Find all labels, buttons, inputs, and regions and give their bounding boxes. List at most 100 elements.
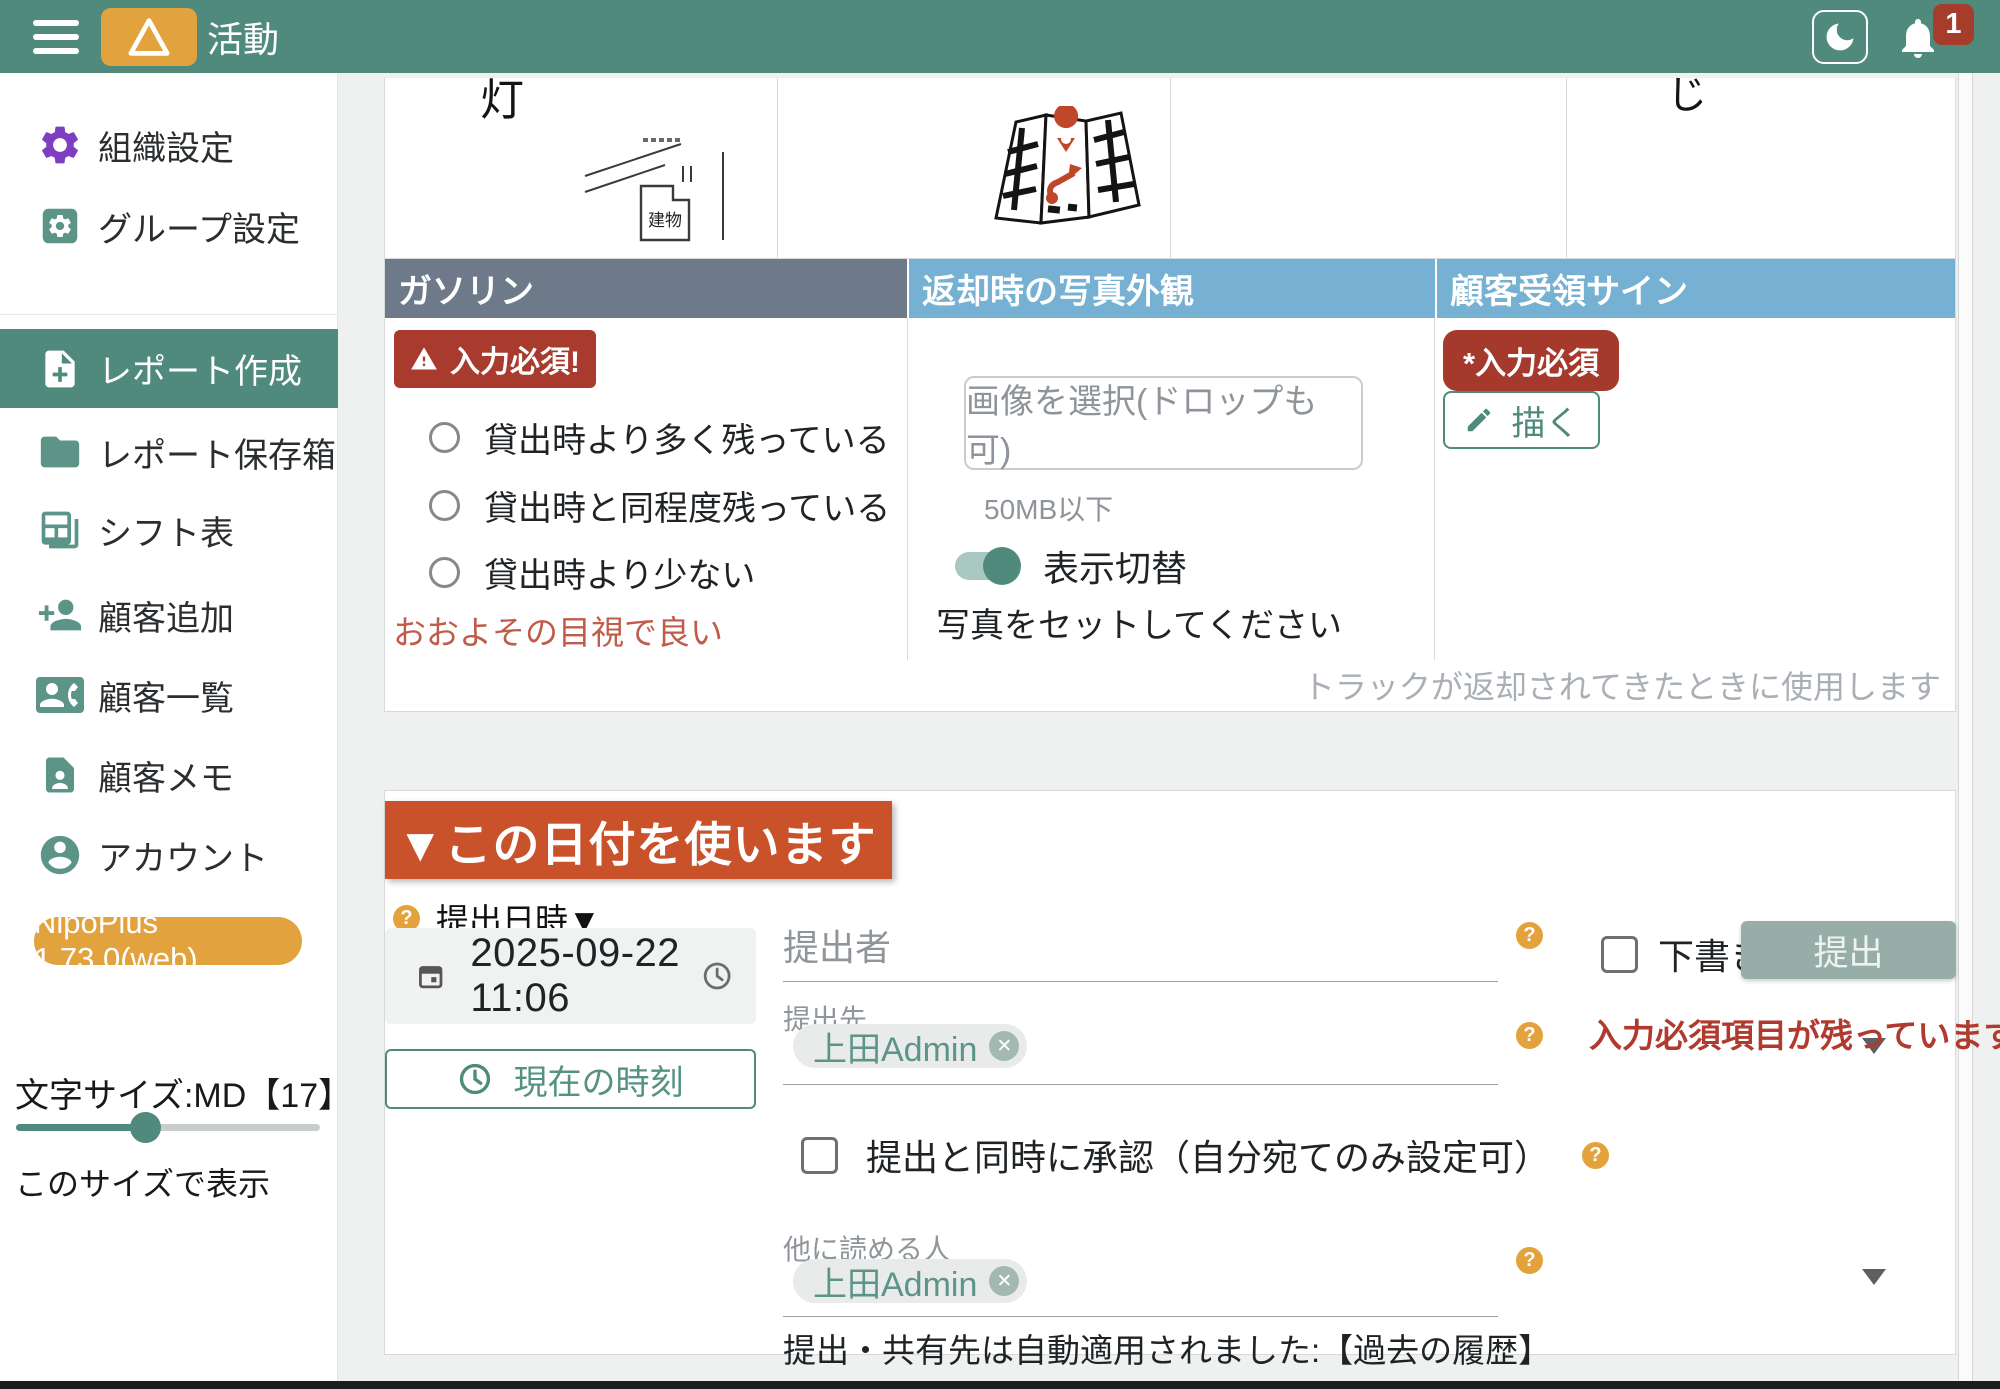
pencil-icon — [1464, 405, 1494, 435]
calendar-icon[interactable] — [417, 957, 444, 995]
radio-icon[interactable] — [429, 557, 460, 588]
auto-applied-note: 提出・共有先は自動適用されました:【過去の履歴】 — [783, 1324, 1551, 1372]
sidebar-item-customer-list[interactable]: 顧客一覧 — [0, 663, 338, 727]
approve-checkbox[interactable] — [801, 1137, 838, 1174]
clipped-text: じ — [1667, 78, 1707, 120]
sidebar-item-label: グループ設定 — [98, 202, 300, 251]
datetime-field[interactable]: 2025-09-22 11:06 — [385, 928, 756, 1024]
help-icon[interactable]: ? — [1516, 1022, 1543, 1049]
file-size-hint: 50MB以下 — [984, 488, 1113, 528]
dark-mode-toggle[interactable] — [1812, 10, 1868, 64]
help-icon[interactable]: ? — [1516, 1247, 1543, 1274]
app-header: 活動 1 — [0, 0, 2000, 73]
customer-sign-section: *入力必須 描く — [1435, 318, 1955, 660]
map-image-cell — [778, 78, 1171, 258]
radio-icon[interactable] — [429, 422, 460, 453]
sidebar-item-label: レポート作成 — [98, 344, 302, 393]
chip-remove-icon[interactable]: ✕ — [989, 1266, 1019, 1296]
radio-option-less[interactable]: 貸出時より少ない — [429, 548, 755, 597]
datetime-value[interactable]: 2025-09-22 11:06 — [470, 931, 701, 1021]
note-person-icon — [36, 751, 84, 799]
sketch-image-cell: 灯 建物 — [385, 78, 778, 258]
submitter-label: 提出者 — [783, 919, 891, 971]
approve-row: 提出と同時に承認（自分宛てのみ設定可） ? — [801, 1129, 1609, 1181]
clipped-text: 灯 — [480, 78, 524, 128]
required-fields-error: 入力必須項目が残っています — [1589, 1009, 2000, 1057]
chip-label: 上田Admin — [813, 1022, 977, 1071]
main-content: 灯 建物 — [338, 73, 2000, 1381]
destination-select[interactable] — [783, 1084, 1498, 1085]
submit-button[interactable]: 提出 — [1741, 921, 1956, 979]
contact-card-icon — [36, 671, 84, 719]
radio-label: 貸出時と同程度残っている — [484, 481, 890, 530]
submitter-select[interactable] — [783, 981, 1498, 982]
radio-option-same[interactable]: 貸出時と同程度残っている — [429, 481, 890, 530]
building-sketch-image: 建物 — [583, 134, 735, 244]
slider-thumb[interactable] — [130, 1112, 161, 1143]
readers-chip[interactable]: 上田Admin ✕ — [793, 1259, 1027, 1303]
draft-checkbox[interactable] — [1601, 936, 1638, 973]
chevron-down-icon[interactable] — [1862, 1269, 1886, 1285]
clock-icon[interactable] — [702, 955, 732, 997]
table-icon — [36, 506, 84, 554]
sidebar-item-shift-table[interactable]: シフト表 — [0, 498, 338, 562]
toggle-knob[interactable] — [983, 547, 1021, 585]
sidebar: 組織設定 グループ設定 レポート作成 レポート保存箱 — [0, 73, 338, 1381]
moon-icon — [1822, 19, 1858, 55]
notifications-button[interactable]: 1 — [1892, 0, 1962, 73]
bottom-bar — [0, 1381, 2000, 1389]
triangle-logo-icon — [127, 17, 171, 57]
required-warning-label: 入力必須! — [450, 337, 580, 381]
warning-icon — [410, 345, 438, 373]
hamburger-menu-icon[interactable] — [33, 20, 79, 54]
vertical-scrollbar[interactable] — [1958, 73, 1973, 1381]
sidebar-item-group-settings[interactable]: グループ設定 — [0, 194, 338, 258]
radio-option-more[interactable]: 貸出時より多く残っている — [429, 413, 890, 462]
report-form-card: 灯 建物 — [384, 78, 1956, 712]
required-badge: *入力必須 — [1443, 330, 1619, 391]
image-select-dropzone[interactable]: 画像を選択(ドロップも可) — [964, 376, 1363, 470]
sidebar-item-label: 組織設定 — [98, 121, 234, 170]
empty-image-cell — [1171, 78, 1567, 258]
submit-card: ▼この日付を使います ? 提出日時▼ 2025-09-22 11:06 — [384, 790, 1956, 1355]
display-toggle-switch[interactable] — [955, 552, 1017, 580]
slider-fill — [16, 1124, 146, 1131]
sidebar-item-customer-add[interactable]: 顧客追加 — [0, 583, 338, 647]
clock-icon — [458, 1062, 492, 1096]
section-title-gasoline: ガソリン — [385, 259, 907, 318]
font-size-label: 文字サイズ:MD【17】 — [15, 1068, 337, 1117]
radio-icon[interactable] — [429, 490, 460, 521]
sidebar-item-label: レポート保存箱 — [98, 428, 336, 477]
help-icon[interactable]: ? — [1582, 1142, 1609, 1169]
readers-select[interactable] — [783, 1316, 1498, 1317]
app-logo[interactable] — [101, 8, 197, 66]
help-icon[interactable]: ? — [1516, 922, 1543, 949]
submit-fields-column: 提出者 提出先 上田Admin ✕ 提出と同時に承認（自分宛てのみ設定可） ? … — [783, 791, 1498, 1354]
font-size-slider[interactable] — [16, 1114, 320, 1140]
sidebar-item-report-box[interactable]: レポート保存箱 — [0, 420, 338, 484]
chip-remove-icon[interactable]: ✕ — [989, 1031, 1019, 1061]
sidebar-item-report-create[interactable]: レポート作成 — [0, 329, 338, 408]
person-add-icon — [36, 591, 84, 639]
sidebar-item-label: 顧客追加 — [98, 591, 234, 640]
building-label: 建物 — [648, 211, 682, 230]
gear-box-icon — [36, 202, 84, 250]
draw-button[interactable]: 描く — [1443, 391, 1600, 449]
radio-label: 貸出時より多く残っている — [484, 413, 890, 462]
page-title: 活動 — [207, 11, 279, 63]
sidebar-item-org-settings[interactable]: 組織設定 — [0, 113, 338, 177]
required-warning-badge: 入力必須! — [394, 330, 596, 388]
display-toggle-row: 表示切替 — [955, 540, 1187, 592]
sidebar-item-label: シフト表 — [98, 506, 234, 555]
notification-count-badge: 1 — [1933, 4, 1974, 45]
current-time-button[interactable]: 現在の時刻 — [385, 1049, 756, 1109]
destination-chip[interactable]: 上田Admin ✕ — [793, 1024, 1027, 1068]
current-time-label: 現在の時刻 — [514, 1055, 684, 1104]
sidebar-item-customer-memo[interactable]: 顧客メモ — [0, 743, 338, 807]
version-badge[interactable]: NipoPlus 1.73.0(web) — [34, 917, 302, 965]
clipped-image-cell: じ — [1567, 78, 1955, 258]
sidebar-item-account[interactable]: アカウント — [0, 823, 338, 887]
app-screen: 活動 1 組織設定 — [0, 0, 2000, 1389]
draw-button-label: 描く — [1512, 396, 1580, 445]
sidebar-item-label: 顧客一覧 — [98, 671, 234, 720]
